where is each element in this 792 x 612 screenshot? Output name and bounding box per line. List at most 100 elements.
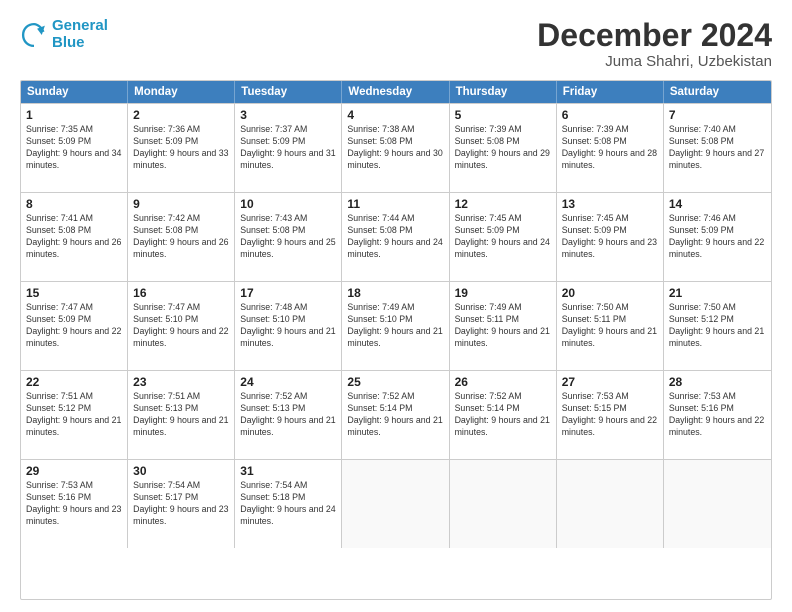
cell-text: Sunrise: 7:38 AMSunset: 5:08 PMDaylight:… <box>347 124 442 170</box>
calendar-cell: 14 Sunrise: 7:46 AMSunset: 5:09 PMDayligh… <box>664 193 771 281</box>
calendar-cell: 26Sunrise: 7:52 AMSunset: 5:14 PMDayligh… <box>450 371 557 459</box>
calendar-cell: 27 Sunrise: 7:53 AMSunset: 5:15 PMDayligh… <box>557 371 664 459</box>
calendar-cell: 16 Sunrise: 7:47 AMSunset: 5:10 PMDayligh… <box>128 282 235 370</box>
day-number: 20 <box>562 286 658 300</box>
calendar-cell: 31 Sunrise: 7:54 AMSunset: 5:18 PMDayligh… <box>235 460 342 548</box>
cell-text: Sunrise: 7:52 AMSunset: 5:14 PMDaylight:… <box>347 391 442 437</box>
cell-text: Sunrise: 7:54 AMSunset: 5:18 PMDaylight:… <box>240 480 335 526</box>
cell-text: Sunrise: 7:52 AMSunset: 5:14 PMDaylight:… <box>455 391 550 437</box>
day-number: 10 <box>240 197 336 211</box>
day-number: 8 <box>26 197 122 211</box>
calendar-cell: 3Sunrise: 7:37 AMSunset: 5:09 PMDaylight… <box>235 104 342 192</box>
calendar-cell: 12Sunrise: 7:45 AMSunset: 5:09 PMDayligh… <box>450 193 557 281</box>
cell-text: Sunrise: 7:53 AMSunset: 5:15 PMDaylight:… <box>562 391 657 437</box>
calendar-cell: 8 Sunrise: 7:41 AMSunset: 5:08 PMDaylight… <box>21 193 128 281</box>
calendar-cell: 25 Sunrise: 7:52 AMSunset: 5:14 PMDayligh… <box>342 371 449 459</box>
cell-text: Sunrise: 7:51 AMSunset: 5:13 PMDaylight:… <box>133 391 228 437</box>
calendar-cell: 24 Sunrise: 7:52 AMSunset: 5:13 PMDayligh… <box>235 371 342 459</box>
day-number: 25 <box>347 375 443 389</box>
day-number: 7 <box>669 108 766 122</box>
calendar-cell: 11 Sunrise: 7:44 AMSunset: 5:08 PMDayligh… <box>342 193 449 281</box>
day-number: 22 <box>26 375 122 389</box>
cell-text: Sunrise: 7:41 AMSunset: 5:08 PMDaylight:… <box>26 213 121 259</box>
calendar-row: 1 Sunrise: 7:35 AMSunset: 5:09 PMDaylight… <box>21 103 771 192</box>
day-number: 9 <box>133 197 229 211</box>
calendar-cell: 6 Sunrise: 7:39 AMSunset: 5:08 PMDaylight… <box>557 104 664 192</box>
calendar-cell: 17 Sunrise: 7:48 AMSunset: 5:10 PMDayligh… <box>235 282 342 370</box>
calendar-cell <box>342 460 449 548</box>
day-number: 19 <box>455 286 551 300</box>
day-number: 5 <box>455 108 551 122</box>
cell-text: Sunrise: 7:46 AMSunset: 5:09 PMDaylight:… <box>669 213 764 259</box>
page: General Blue December 2024 Juma Shahri, … <box>0 0 792 612</box>
calendar-cell: 23 Sunrise: 7:51 AMSunset: 5:13 PMDayligh… <box>128 371 235 459</box>
cell-text: Sunrise: 7:44 AMSunset: 5:08 PMDaylight:… <box>347 213 442 259</box>
day-number: 27 <box>562 375 658 389</box>
header-saturday: Saturday <box>664 81 771 103</box>
day-number: 16 <box>133 286 229 300</box>
calendar-body: 1 Sunrise: 7:35 AMSunset: 5:09 PMDaylight… <box>21 103 771 548</box>
cell-text: Sunrise: 7:47 AMSunset: 5:10 PMDaylight:… <box>133 302 228 348</box>
calendar-cell: 28 Sunrise: 7:53 AMSunset: 5:16 PMDayligh… <box>664 371 771 459</box>
calendar-cell: 7 Sunrise: 7:40 AMSunset: 5:08 PMDaylight… <box>664 104 771 192</box>
cell-text: Sunrise: 7:47 AMSunset: 5:09 PMDaylight:… <box>26 302 121 348</box>
cell-text: Sunrise: 7:54 AMSunset: 5:17 PMDaylight:… <box>133 480 228 526</box>
calendar-cell: 29 Sunrise: 7:53 AMSunset: 5:16 PMDayligh… <box>21 460 128 548</box>
calendar: Sunday Monday Tuesday Wednesday Thursday… <box>20 80 772 600</box>
cell-text: Sunrise: 7:50 AMSunset: 5:11 PMDaylight:… <box>562 302 657 348</box>
day-number: 18 <box>347 286 443 300</box>
calendar-cell: 4 Sunrise: 7:38 AMSunset: 5:08 PMDaylight… <box>342 104 449 192</box>
calendar-cell: 21Sunrise: 7:50 AMSunset: 5:12 PMDayligh… <box>664 282 771 370</box>
logo: General Blue <box>20 18 108 51</box>
calendar-row: 22 Sunrise: 7:51 AMSunset: 5:12 PMDayligh… <box>21 370 771 459</box>
header: General Blue December 2024 Juma Shahri, … <box>20 18 772 70</box>
day-number: 4 <box>347 108 443 122</box>
cell-text: Sunrise: 7:50 AMSunset: 5:12 PMDaylight:… <box>669 302 764 348</box>
calendar-cell: 5Sunrise: 7:39 AMSunset: 5:08 PMDaylight… <box>450 104 557 192</box>
cell-text: Sunrise: 7:53 AMSunset: 5:16 PMDaylight:… <box>669 391 764 437</box>
cell-text: Sunrise: 7:52 AMSunset: 5:13 PMDaylight:… <box>240 391 335 437</box>
day-number: 2 <box>133 108 229 122</box>
calendar-cell: 13 Sunrise: 7:45 AMSunset: 5:09 PMDayligh… <box>557 193 664 281</box>
title-block: December 2024 Juma Shahri, Uzbekistan <box>537 18 772 70</box>
day-number: 6 <box>562 108 658 122</box>
calendar-cell: 22 Sunrise: 7:51 AMSunset: 5:12 PMDayligh… <box>21 371 128 459</box>
day-number: 15 <box>26 286 122 300</box>
cell-text: Sunrise: 7:45 AMSunset: 5:09 PMDaylight:… <box>455 213 550 259</box>
day-number: 14 <box>669 197 766 211</box>
cell-text: Sunrise: 7:35 AMSunset: 5:09 PMDaylight:… <box>26 124 121 170</box>
cell-text: Sunrise: 7:43 AMSunset: 5:08 PMDaylight:… <box>240 213 335 259</box>
day-number: 29 <box>26 464 122 478</box>
day-number: 1 <box>26 108 122 122</box>
cell-text: Sunrise: 7:45 AMSunset: 5:09 PMDaylight:… <box>562 213 657 259</box>
logo-icon <box>20 21 48 49</box>
main-title: December 2024 <box>537 18 772 53</box>
day-number: 23 <box>133 375 229 389</box>
header-tuesday: Tuesday <box>235 81 342 103</box>
day-number: 24 <box>240 375 336 389</box>
day-number: 11 <box>347 197 443 211</box>
calendar-cell: 1 Sunrise: 7:35 AMSunset: 5:09 PMDaylight… <box>21 104 128 192</box>
cell-text: Sunrise: 7:39 AMSunset: 5:08 PMDaylight:… <box>562 124 657 170</box>
day-number: 13 <box>562 197 658 211</box>
cell-text: Sunrise: 7:51 AMSunset: 5:12 PMDaylight:… <box>26 391 121 437</box>
day-number: 3 <box>240 108 336 122</box>
calendar-cell: 10 Sunrise: 7:43 AMSunset: 5:08 PMDayligh… <box>235 193 342 281</box>
calendar-cell <box>450 460 557 548</box>
cell-text: Sunrise: 7:42 AMSunset: 5:08 PMDaylight:… <box>133 213 228 259</box>
day-number: 30 <box>133 464 229 478</box>
calendar-cell: 30 Sunrise: 7:54 AMSunset: 5:17 PMDayligh… <box>128 460 235 548</box>
calendar-row: 15 Sunrise: 7:47 AMSunset: 5:09 PMDayligh… <box>21 281 771 370</box>
day-number: 28 <box>669 375 766 389</box>
day-number: 31 <box>240 464 336 478</box>
cell-text: Sunrise: 7:40 AMSunset: 5:08 PMDaylight:… <box>669 124 764 170</box>
calendar-cell <box>664 460 771 548</box>
logo-text: General Blue <box>52 18 108 51</box>
day-number: 17 <box>240 286 336 300</box>
cell-text: Sunrise: 7:48 AMSunset: 5:10 PMDaylight:… <box>240 302 335 348</box>
calendar-cell: 20 Sunrise: 7:50 AMSunset: 5:11 PMDayligh… <box>557 282 664 370</box>
cell-text: Sunrise: 7:53 AMSunset: 5:16 PMDaylight:… <box>26 480 121 526</box>
calendar-cell: 19 Sunrise: 7:49 AMSunset: 5:11 PMDayligh… <box>450 282 557 370</box>
header-friday: Friday <box>557 81 664 103</box>
cell-text: Sunrise: 7:49 AMSunset: 5:11 PMDaylight:… <box>455 302 550 348</box>
